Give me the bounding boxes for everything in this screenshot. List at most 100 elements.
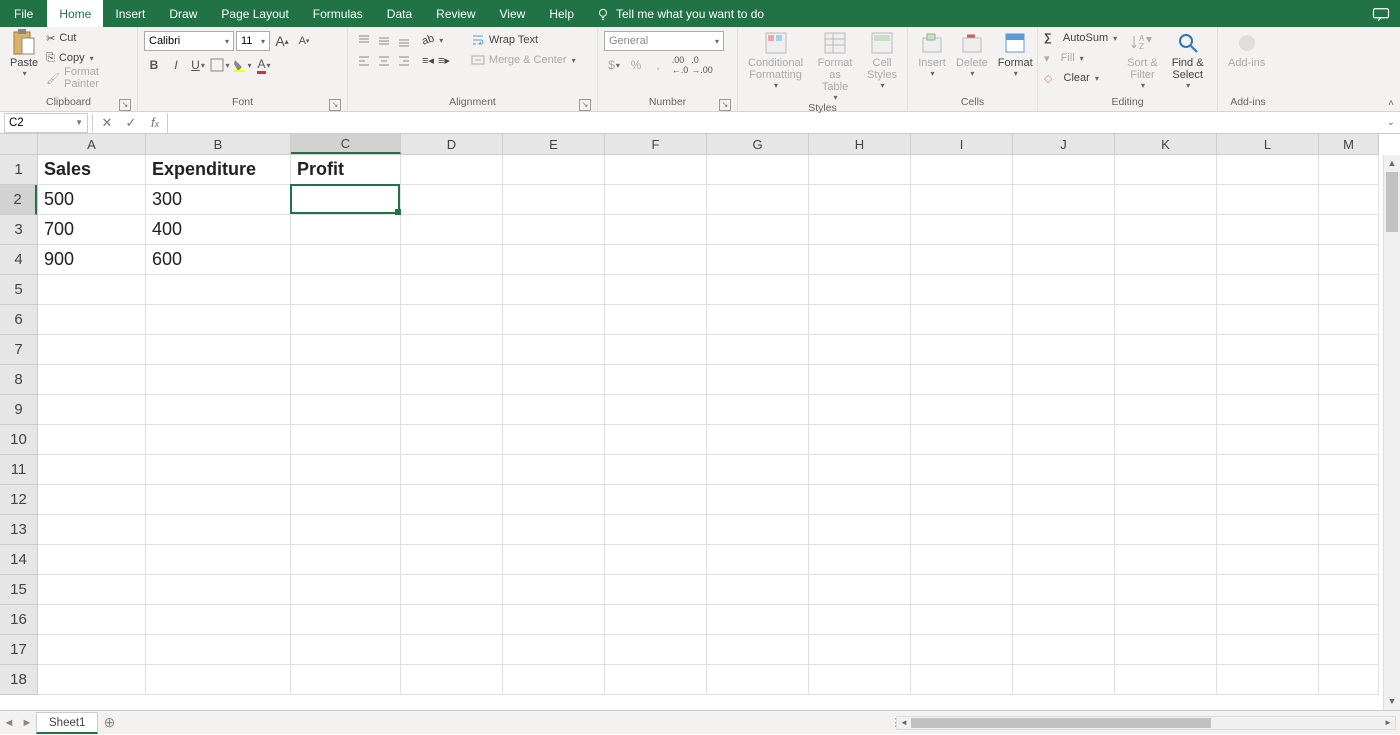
cell-E1[interactable] <box>503 155 605 185</box>
cell-A16[interactable] <box>38 605 146 635</box>
tab-file[interactable]: File <box>0 0 47 27</box>
cell-J2[interactable] <box>1013 185 1115 215</box>
number-format-select[interactable]: General▾ <box>604 31 724 51</box>
cell-F9[interactable] <box>605 395 707 425</box>
cell-H12[interactable] <box>809 485 911 515</box>
cell-D12[interactable] <box>401 485 503 515</box>
cell-F12[interactable] <box>605 485 707 515</box>
cell-G6[interactable] <box>707 305 809 335</box>
cell-J16[interactable] <box>1013 605 1115 635</box>
cell-C2[interactable] <box>291 185 401 215</box>
fill-button[interactable]: ▾ Fill▾ <box>1044 49 1117 67</box>
cell-L7[interactable] <box>1217 335 1319 365</box>
cell-B4[interactable]: 600 <box>146 245 291 275</box>
cell-I4[interactable] <box>911 245 1013 275</box>
cell-M5[interactable] <box>1319 275 1379 305</box>
cells[interactable]: SalesExpenditureProfit500300700400900600 <box>38 155 1379 695</box>
col-header-K[interactable]: K <box>1115 134 1217 154</box>
cell-H7[interactable] <box>809 335 911 365</box>
font-name-select[interactable]: Calibri▾ <box>144 31 234 51</box>
format-painter-button[interactable]: 🖌 Format Painter <box>46 69 131 87</box>
cell-B2[interactable]: 300 <box>146 185 291 215</box>
sheet-nav-next[interactable]: ► <box>18 717 36 729</box>
cell-H10[interactable] <box>809 425 911 455</box>
cell-L5[interactable] <box>1217 275 1319 305</box>
col-header-G[interactable]: G <box>707 134 809 154</box>
delete-cells-button[interactable]: Delete▾ <box>952 29 992 78</box>
cell-A2[interactable]: 500 <box>38 185 146 215</box>
cell-C16[interactable] <box>291 605 401 635</box>
row-header-13[interactable]: 13 <box>0 515 37 545</box>
cell-F3[interactable] <box>605 215 707 245</box>
cell-I9[interactable] <box>911 395 1013 425</box>
cell-K6[interactable] <box>1115 305 1217 335</box>
cell-A6[interactable] <box>38 305 146 335</box>
comments-icon[interactable] <box>1362 7 1400 21</box>
cell-K13[interactable] <box>1115 515 1217 545</box>
new-sheet-button[interactable]: ⊕ <box>98 714 120 731</box>
cell-J3[interactable] <box>1013 215 1115 245</box>
cell-K18[interactable] <box>1115 665 1217 695</box>
cell-L11[interactable] <box>1217 455 1319 485</box>
sheet-tab-1[interactable]: Sheet1 <box>36 712 98 734</box>
cell-D11[interactable] <box>401 455 503 485</box>
cell-F17[interactable] <box>605 635 707 665</box>
row-header-17[interactable]: 17 <box>0 635 37 665</box>
cell-M2[interactable] <box>1319 185 1379 215</box>
find-select-button[interactable]: Find & Select▾ <box>1168 29 1208 90</box>
cell-M10[interactable] <box>1319 425 1379 455</box>
cell-A13[interactable] <box>38 515 146 545</box>
cell-M4[interactable] <box>1319 245 1379 275</box>
cell-D16[interactable] <box>401 605 503 635</box>
cell-J15[interactable] <box>1013 575 1115 605</box>
cell-E12[interactable] <box>503 485 605 515</box>
cell-G2[interactable] <box>707 185 809 215</box>
cell-G15[interactable] <box>707 575 809 605</box>
cell-H1[interactable] <box>809 155 911 185</box>
tab-insert[interactable]: Insert <box>103 0 157 27</box>
clear-button[interactable]: ◇ Clear▾ <box>1044 69 1117 87</box>
cell-C6[interactable] <box>291 305 401 335</box>
accounting-button[interactable]: $▾ <box>604 55 624 75</box>
cell-J17[interactable] <box>1013 635 1115 665</box>
cell-J4[interactable] <box>1013 245 1115 275</box>
merge-center-button[interactable]: Merge & Center▾ <box>471 51 576 69</box>
cell-K4[interactable] <box>1115 245 1217 275</box>
row-header-2[interactable]: 2 <box>0 185 37 215</box>
cell-G16[interactable] <box>707 605 809 635</box>
cell-H11[interactable] <box>809 455 911 485</box>
cell-C17[interactable] <box>291 635 401 665</box>
cell-B8[interactable] <box>146 365 291 395</box>
cell-K15[interactable] <box>1115 575 1217 605</box>
border-button[interactable]: ▾ <box>210 55 230 75</box>
cell-M13[interactable] <box>1319 515 1379 545</box>
cell-M11[interactable] <box>1319 455 1379 485</box>
cell-B16[interactable] <box>146 605 291 635</box>
wrap-text-button[interactable]: Wrap Text <box>471 31 576 49</box>
cell-C1[interactable]: Profit <box>291 155 401 185</box>
col-header-D[interactable]: D <box>401 134 503 154</box>
cell-M12[interactable] <box>1319 485 1379 515</box>
cell-M17[interactable] <box>1319 635 1379 665</box>
row-header-3[interactable]: 3 <box>0 215 37 245</box>
cell-A7[interactable] <box>38 335 146 365</box>
cell-L6[interactable] <box>1217 305 1319 335</box>
collapse-ribbon-icon[interactable]: ˄ <box>1388 98 1394 109</box>
cell-H4[interactable] <box>809 245 911 275</box>
formula-input[interactable] <box>167 113 1382 133</box>
cell-J8[interactable] <box>1013 365 1115 395</box>
cell-K14[interactable] <box>1115 545 1217 575</box>
cell-J10[interactable] <box>1013 425 1115 455</box>
cell-B15[interactable] <box>146 575 291 605</box>
cell-F4[interactable] <box>605 245 707 275</box>
col-header-J[interactable]: J <box>1013 134 1115 154</box>
cell-K3[interactable] <box>1115 215 1217 245</box>
row-header-10[interactable]: 10 <box>0 425 37 455</box>
cell-I14[interactable] <box>911 545 1013 575</box>
row-header-5[interactable]: 5 <box>0 275 37 305</box>
cell-D5[interactable] <box>401 275 503 305</box>
comma-button[interactable]: , <box>648 55 668 75</box>
cell-M8[interactable] <box>1319 365 1379 395</box>
row-header-15[interactable]: 15 <box>0 575 37 605</box>
cell-M16[interactable] <box>1319 605 1379 635</box>
